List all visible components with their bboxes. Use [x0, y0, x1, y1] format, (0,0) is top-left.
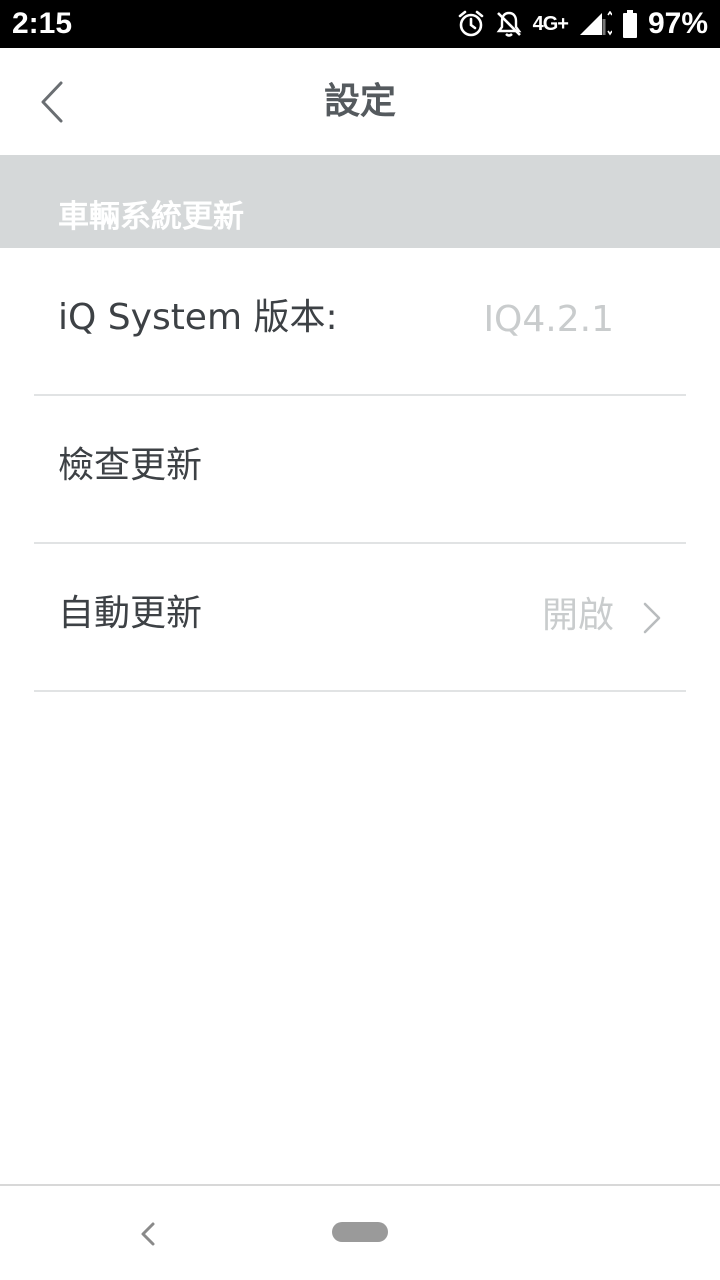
page-title: 設定 [323, 81, 396, 122]
status-bar: 2:15 4G+ 97% [0, 0, 720, 48]
home-pill-icon[interactable] [332, 1222, 388, 1242]
status-time: 2:15 [12, 7, 73, 40]
system-version-label: iQ System 版本: [58, 297, 338, 338]
notifications-off-icon [495, 10, 523, 38]
alarm-icon [457, 10, 485, 38]
auto-update-row[interactable]: 自動更新 開啟 [0, 544, 720, 692]
battery-icon [622, 10, 638, 38]
system-version-value: IQ4.2.1 [483, 299, 614, 340]
battery-percentage: 97% [647, 7, 708, 40]
status-icons: 4G+ 97% [457, 0, 708, 48]
nav-back-icon[interactable] [134, 1218, 162, 1250]
auto-update-value: 開啟 [541, 595, 614, 636]
system-navigation-bar [0, 1184, 720, 1280]
network-type-label: 4G+ [532, 12, 569, 35]
check-update-label: 檢查更新 [58, 445, 203, 486]
auto-update-label: 自動更新 [58, 593, 203, 634]
chevron-right-icon [643, 602, 661, 634]
section-header: 車輛系統更新 [0, 155, 720, 248]
check-update-row[interactable]: 檢查更新 [0, 396, 720, 544]
section-title: 車輛系統更新 [58, 199, 244, 235]
system-version-row: iQ System 版本: IQ4.2.1 [0, 248, 720, 396]
divider [34, 690, 686, 692]
signal-icon [578, 11, 612, 37]
app-header: 設定 [0, 48, 720, 155]
